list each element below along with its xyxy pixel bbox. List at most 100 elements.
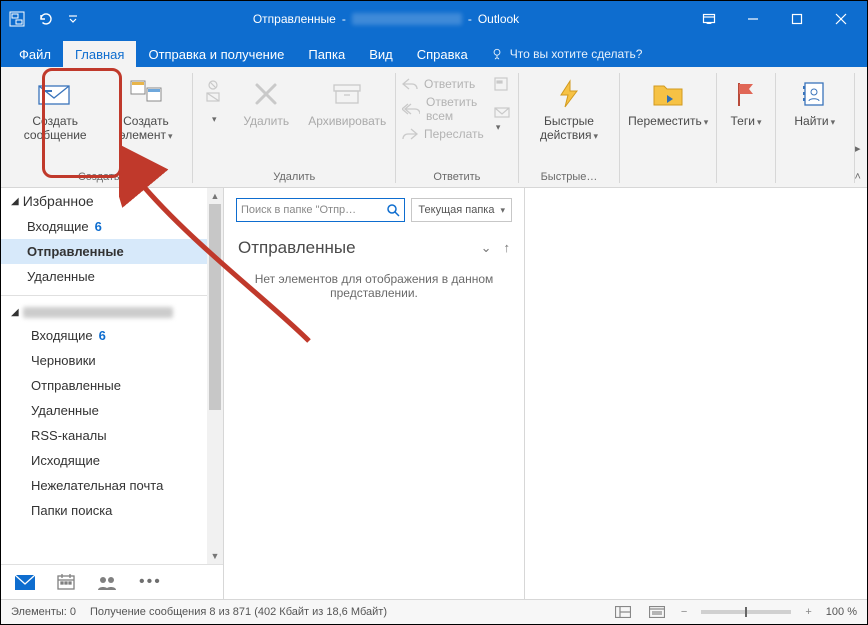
tab-send-receive[interactable]: Отправка и получение	[136, 41, 296, 67]
window-title-account-blurred	[352, 13, 462, 25]
acct-outbox[interactable]: Исходящие	[1, 448, 223, 473]
zoom-slider[interactable]	[701, 610, 791, 614]
tell-me-label: Что вы хотите сделать?	[510, 47, 643, 61]
search-icon	[387, 204, 400, 217]
delete-button[interactable]: Удалить	[233, 73, 299, 132]
ribbon-group-delete-label: Удалить	[273, 171, 315, 185]
search-scope-dropdown[interactable]: Текущая папка ▾	[411, 198, 512, 222]
chevron-down-icon: ▾	[704, 117, 709, 127]
collapse-caret-icon: ◢	[11, 307, 19, 318]
reply-all-label: Ответить всем	[426, 95, 484, 123]
fav-inbox[interactable]: Входящие 6	[1, 214, 223, 239]
fav-sent[interactable]: Отправленные	[1, 239, 223, 264]
sort-direction-icon[interactable]: ↑	[504, 240, 511, 256]
tags-button[interactable]: Теги▾	[723, 73, 769, 132]
ribbon-display-options-icon[interactable]	[689, 5, 729, 33]
undo-icon[interactable]	[35, 9, 55, 29]
fav-deleted[interactable]: Удаленные	[1, 264, 223, 289]
sort-dropdown-icon[interactable]: ⌄	[481, 240, 492, 256]
tell-me[interactable]: Что вы хотите сделать?	[480, 41, 653, 67]
tab-file[interactable]: Файл	[7, 41, 63, 67]
view-normal-icon[interactable]	[613, 604, 633, 620]
quick-steps-label: Быстрые действия	[540, 114, 594, 142]
ignore-menu-button[interactable]: ▾	[199, 73, 227, 129]
forward-label: Переслать	[424, 127, 484, 141]
scroll-up-icon[interactable]: ▲	[207, 188, 223, 204]
zoom-level: 100 %	[826, 606, 857, 618]
switch-calendar-icon[interactable]	[57, 574, 75, 590]
new-email-button[interactable]: Создать сообщение	[11, 73, 99, 146]
nav-scrollbar[interactable]: ▲ ▼	[207, 188, 223, 564]
status-item-count: Элементы: 0	[11, 606, 76, 618]
zoom-out-button[interactable]: −	[681, 606, 687, 618]
acct-junk[interactable]: Нежелательная почта	[1, 473, 223, 498]
archive-icon	[332, 77, 362, 111]
maximize-button[interactable]	[777, 5, 817, 33]
acct-outbox-label: Исходящие	[31, 453, 100, 468]
acct-rss[interactable]: RSS-каналы	[1, 423, 223, 448]
fav-inbox-label: Входящие	[27, 219, 89, 234]
close-button[interactable]	[821, 5, 861, 33]
tab-view[interactable]: Вид	[357, 41, 405, 67]
acct-sent[interactable]: Отправленные	[1, 373, 223, 398]
app-icon[interactable]	[7, 9, 27, 29]
reply-button[interactable]: Ответить	[402, 77, 484, 91]
acct-inbox-count: 6	[99, 328, 106, 343]
favorites-label: Избранное	[23, 193, 94, 209]
acct-drafts-label: Черновики	[31, 353, 96, 368]
chevron-down-icon: ▾	[168, 131, 173, 141]
move-label: Переместить	[628, 114, 702, 128]
acct-deleted-label: Удаленные	[31, 403, 99, 418]
find-button[interactable]: Найти▾	[782, 73, 848, 132]
tab-help[interactable]: Справка	[405, 41, 480, 67]
collapse-ribbon-icon[interactable]: ˄	[855, 171, 861, 183]
qat-dropdown-icon[interactable]	[63, 9, 83, 29]
new-item-button[interactable]: Создать элемент▾	[105, 73, 186, 146]
reply-all-button[interactable]: Ответить всем	[402, 95, 484, 123]
new-item-icon	[130, 77, 162, 111]
title-bar: Отправленные - - Outlook	[1, 1, 867, 37]
forward-button[interactable]: Переслать	[402, 127, 484, 141]
zoom-in-button[interactable]: +	[805, 606, 811, 618]
window-title: Отправленные - - Outlook	[83, 12, 689, 26]
chevron-down-icon: ▾	[212, 114, 217, 125]
acct-drafts[interactable]: Черновики	[1, 348, 223, 373]
collapse-caret-icon: ◢	[11, 196, 19, 207]
search-input[interactable]: Поиск в папке "Отправ…	[236, 198, 405, 222]
status-sync: Получение сообщения 8 из 871 (402 Кбайт …	[90, 606, 387, 618]
switch-more-icon[interactable]: •••	[139, 573, 162, 591]
scroll-thumb[interactable]	[209, 204, 221, 410]
tab-home[interactable]: Главная	[63, 41, 136, 67]
new-email-label: Создать сообщение	[13, 114, 97, 142]
status-bar: Элементы: 0 Получение сообщения 8 из 871…	[1, 599, 867, 624]
ribbon-group-quick-label: Быстрые…	[541, 171, 598, 185]
ribbon-tabs: Файл Главная Отправка и получение Папка …	[1, 37, 867, 67]
switch-mail-icon[interactable]	[15, 575, 35, 590]
window-title-app: Outlook	[478, 12, 519, 26]
folder-pane: ◢ Избранное Входящие 6 Отправленные Удал…	[1, 188, 224, 599]
acct-search-folders-label: Папки поиска	[31, 503, 112, 518]
acct-rss-label: RSS-каналы	[31, 428, 107, 443]
window-title-folder: Отправленные	[253, 12, 336, 26]
account-header[interactable]: ◢	[1, 302, 223, 323]
minimize-button[interactable]	[733, 5, 773, 33]
ribbon-scroll-right-icon[interactable]: ▸	[855, 142, 861, 155]
acct-search-folders[interactable]: Папки поиска	[1, 498, 223, 523]
quick-steps-button[interactable]: Быстрые действия▾	[525, 73, 614, 146]
move-button[interactable]: Переместить▾	[626, 73, 710, 132]
favorites-header[interactable]: ◢ Избранное	[1, 188, 223, 214]
view-reading-icon[interactable]	[647, 604, 667, 620]
more-respond-icon[interactable]: ▾	[494, 105, 512, 133]
scroll-down-icon[interactable]: ▼	[207, 548, 223, 564]
acct-deleted[interactable]: Удаленные	[1, 398, 223, 423]
lightning-icon	[557, 77, 581, 111]
switch-people-icon[interactable]	[97, 575, 117, 590]
reading-pane	[525, 188, 867, 599]
meeting-icon[interactable]	[494, 77, 512, 91]
forward-icon	[402, 128, 418, 140]
fav-inbox-count: 6	[95, 219, 102, 234]
tab-folder[interactable]: Папка	[296, 41, 357, 67]
acct-inbox[interactable]: Входящие 6	[1, 323, 223, 348]
move-folder-icon	[653, 77, 683, 111]
archive-button[interactable]: Архивировать	[305, 73, 389, 132]
